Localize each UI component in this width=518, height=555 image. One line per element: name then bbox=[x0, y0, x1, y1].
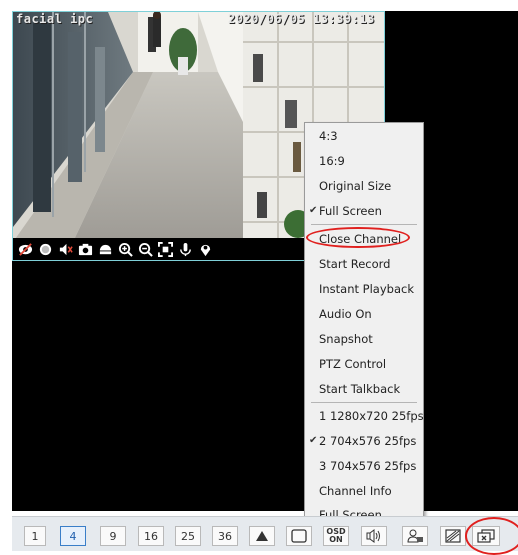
menu-separator bbox=[311, 402, 417, 403]
camera-icon[interactable] bbox=[78, 242, 93, 257]
menu-item-instant-playback[interactable]: Instant Playback bbox=[305, 278, 423, 300]
mute-icon[interactable] bbox=[58, 242, 73, 257]
ptz-icon[interactable] bbox=[98, 242, 113, 257]
layout-9-button[interactable]: 9 bbox=[100, 526, 126, 546]
eye-off-icon[interactable] bbox=[18, 242, 33, 257]
bottom-toolbar: 1 4 9 16 25 36 OSD ON bbox=[12, 516, 518, 551]
fullscreen-window-icon bbox=[291, 529, 307, 543]
user-lock-button[interactable] bbox=[402, 526, 428, 546]
video-grid: facial ipc 2020/06/05 13:39:13 bbox=[12, 11, 518, 511]
menu-item-ptz-control[interactable]: PTZ Control bbox=[305, 353, 423, 375]
menu-item-label: 1 1280x720 25fps bbox=[319, 409, 424, 423]
layout-16-button[interactable]: 16 bbox=[138, 526, 164, 546]
nvr-client-window: facial ipc 2020/06/05 13:39:13 4:3 16:9 … bbox=[0, 0, 518, 555]
channel-context-menu: 4:3 16:9 Original Size ✔ Full Screen Clos… bbox=[304, 122, 424, 527]
tour-button[interactable] bbox=[440, 526, 466, 546]
menu-item-stream-1[interactable]: 1 1280x720 25fps bbox=[305, 405, 424, 427]
menu-item-start-talkback[interactable]: Start Talkback bbox=[305, 378, 423, 400]
menu-item-snapshot[interactable]: Snapshot bbox=[305, 328, 423, 350]
osd-state-label: ON bbox=[329, 535, 343, 544]
menu-item-stream-3[interactable]: 3 704x576 25fps bbox=[305, 455, 423, 477]
menu-item-label: 2 704x576 25fps bbox=[319, 434, 417, 448]
menu-item-label: Close Channel bbox=[319, 232, 402, 246]
tour-icon bbox=[445, 529, 461, 543]
osd-toggle-button[interactable]: OSD ON bbox=[323, 526, 349, 546]
menu-item-original-size[interactable]: Original Size bbox=[305, 175, 423, 197]
menu-item-start-record[interactable]: Start Record bbox=[305, 253, 423, 275]
fullscreen-window-button[interactable] bbox=[286, 526, 312, 546]
menu-item-label: 4:3 bbox=[319, 129, 338, 143]
menu-item-channel-info[interactable]: Channel Info bbox=[305, 480, 423, 502]
layout-1-button[interactable]: 1 bbox=[24, 526, 46, 546]
audio-icon bbox=[366, 529, 380, 543]
menu-item-close-channel[interactable]: Close Channel bbox=[305, 228, 423, 250]
close-all-highlight bbox=[465, 517, 518, 555]
checkmark-icon: ✔ bbox=[309, 205, 318, 216]
record-icon[interactable] bbox=[38, 242, 53, 257]
layout-label: 1 bbox=[31, 529, 39, 543]
user-lock-icon bbox=[407, 529, 423, 543]
menu-item-label: 3 704x576 25fps bbox=[319, 459, 417, 473]
layout-label: 4 bbox=[69, 529, 77, 543]
menu-item-label: Instant Playback bbox=[319, 282, 414, 296]
menu-item-label: Full Screen bbox=[319, 204, 382, 218]
layout-label: 9 bbox=[109, 529, 117, 543]
menu-item-full-screen-aspect[interactable]: ✔ Full Screen bbox=[305, 200, 423, 222]
layout-4-button[interactable]: 4 bbox=[60, 526, 86, 546]
checkmark-icon: ✔ bbox=[309, 435, 318, 446]
menu-item-label: Original Size bbox=[319, 179, 392, 193]
zoom-out-icon[interactable] bbox=[138, 242, 153, 257]
menu-item-label: Start Talkback bbox=[319, 382, 401, 396]
layout-label: 36 bbox=[218, 529, 232, 543]
menu-item-aspect-4-3[interactable]: 4:3 bbox=[305, 125, 423, 147]
layout-label: 25 bbox=[181, 529, 195, 543]
menu-item-label: Channel Info bbox=[319, 484, 392, 498]
menu-item-stream-2[interactable]: ✔ 2 704x576 25fps bbox=[305, 430, 423, 452]
menu-item-aspect-16-9[interactable]: 16:9 bbox=[305, 150, 423, 172]
layout-25-button[interactable]: 25 bbox=[175, 526, 201, 546]
audio-button[interactable] bbox=[361, 526, 387, 546]
layout-36-button[interactable]: 36 bbox=[212, 526, 238, 546]
timestamp-overlay: 2020/06/05 13:39:13 bbox=[228, 12, 375, 26]
ptz-up-button[interactable] bbox=[249, 526, 275, 546]
location-pin-icon[interactable] bbox=[198, 242, 213, 257]
menu-item-label: 16:9 bbox=[319, 154, 345, 168]
ptz-up-icon bbox=[256, 531, 268, 541]
zoom-in-icon[interactable] bbox=[118, 242, 133, 257]
menu-item-label: Snapshot bbox=[319, 332, 373, 346]
menu-item-label: Audio On bbox=[319, 307, 372, 321]
menu-item-label: PTZ Control bbox=[319, 357, 387, 371]
menu-separator bbox=[311, 224, 417, 225]
menu-item-label: Start Record bbox=[319, 257, 391, 271]
menu-item-audio-on[interactable]: Audio On bbox=[305, 303, 423, 325]
channel-name-overlay: facial ipc bbox=[16, 12, 94, 26]
microphone-icon[interactable] bbox=[178, 242, 193, 257]
layout-label: 16 bbox=[144, 529, 158, 543]
fit-screen-icon[interactable] bbox=[158, 241, 173, 257]
